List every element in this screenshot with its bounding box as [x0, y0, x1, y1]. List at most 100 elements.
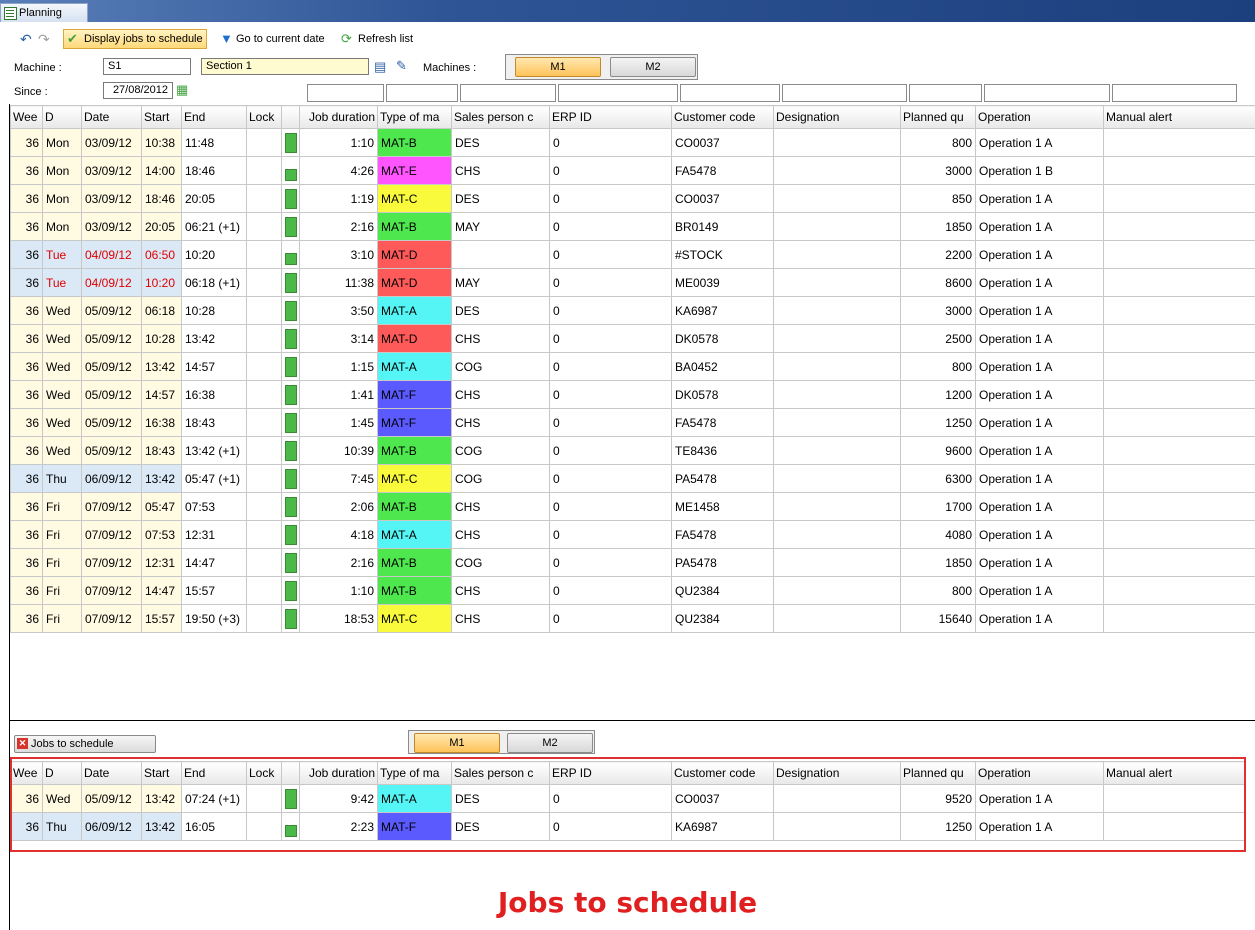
end-cell: 12:31 — [181, 520, 247, 549]
table-row[interactable]: 36 Tue 04/09/12 06:50 10:20 3:10 MAT-D 0 #STOCK 2… — [10, 240, 1255, 269]
filter-designation[interactable] — [782, 84, 907, 102]
lock-cell[interactable] — [246, 604, 282, 633]
filter-sales[interactable] — [460, 84, 556, 102]
lock-cell[interactable] — [246, 240, 282, 269]
filter-duration[interactable] — [307, 84, 384, 102]
type-cell: MAT-E — [377, 156, 452, 185]
machine-field[interactable]: S1 — [103, 58, 191, 75]
operation-cell: Operation 1 A — [975, 464, 1104, 493]
manual-alert-cell — [1103, 324, 1255, 353]
machine-label: Machine : — [14, 62, 62, 74]
lock-cell[interactable] — [246, 212, 282, 241]
designation-cell — [773, 548, 901, 577]
table-row[interactable]: 36 Mon 03/09/12 10:38 11:48 1:10 MAT-B DES 0 CO00… — [10, 128, 1255, 157]
filter-operation[interactable] — [984, 84, 1110, 102]
table-row[interactable]: 36 Fri 07/09/12 12:31 14:47 2:16 MAT-B COG 0 PA54… — [10, 548, 1255, 577]
table-row[interactable]: 36 Fri 07/09/12 15:57 19:50 (+3) 18:53 MAT-C CH… — [10, 604, 1255, 633]
column-header[interactable]: Job duration — [299, 105, 378, 129]
edit-icon[interactable]: ✎ — [396, 58, 407, 74]
column-header[interactable]: Start — [141, 105, 182, 129]
lock-bar-cell — [281, 128, 300, 157]
table-row[interactable]: 36 Wed 05/09/12 10:28 13:42 3:14 MAT-D CHS 0 DK05… — [10, 324, 1255, 353]
lock-cell[interactable] — [246, 156, 282, 185]
lock-cell[interactable] — [246, 296, 282, 325]
column-header[interactable]: ERP ID — [549, 105, 672, 129]
column-header[interactable]: Operation — [975, 105, 1104, 129]
filter-customer[interactable] — [680, 84, 780, 102]
table-row[interactable]: 36 Wed 05/09/12 14:57 16:38 1:41 MAT-F CHS 0 DK05… — [10, 380, 1255, 409]
table-row[interactable]: 36 Mon 03/09/12 14:00 18:46 4:26 MAT-E CHS 0 FA54… — [10, 156, 1255, 185]
table-row[interactable]: 36 Fri 07/09/12 07:53 12:31 4:18 MAT-A CHS 0 FA54… — [10, 520, 1255, 549]
lock-cell[interactable] — [246, 436, 282, 465]
column-header[interactable]: Sales person c — [451, 105, 550, 129]
column-header[interactable]: Type of ma — [377, 105, 452, 129]
refresh-list-button[interactable]: ⟳ Refresh list — [340, 29, 413, 49]
lock-cell[interactable] — [246, 408, 282, 437]
calendar-icon[interactable]: ▦ — [176, 82, 188, 98]
designation-cell — [773, 184, 901, 213]
jobs-machine-tab-m1[interactable]: M1 — [414, 733, 500, 753]
table-row[interactable]: 36 Wed 05/09/12 18:43 13:42 (+1) 10:39 MAT-B CO… — [10, 436, 1255, 465]
sales-person-cell: CHS — [451, 576, 550, 605]
table-row[interactable]: 36 Fri 07/09/12 05:47 07:53 2:06 MAT-B CHS 0 ME14… — [10, 492, 1255, 521]
lock-bar-cell — [281, 212, 300, 241]
filter-type[interactable] — [386, 84, 458, 102]
table-row[interactable]: 36 Wed 05/09/12 16:38 18:43 1:45 MAT-F CHS 0 FA54… — [10, 408, 1255, 437]
filter-erp[interactable] — [558, 84, 678, 102]
jobs-to-schedule-button[interactable]: ✕ Jobs to schedule — [14, 735, 156, 753]
machine-tab-m2[interactable]: M2 — [610, 57, 696, 77]
table-row[interactable]: 36 Wed 05/09/12 06:18 10:28 3:50 MAT-A DES 0 KA69… — [10, 296, 1255, 325]
go-current-date-button[interactable]: ▼ Go to current date — [218, 29, 325, 49]
column-header[interactable]: Wee — [10, 105, 43, 129]
customer-code-cell: ME0039 — [671, 268, 774, 297]
machine-tab-m1[interactable]: M1 — [515, 57, 601, 77]
column-header[interactable]: Date — [81, 105, 142, 129]
column-header[interactable]: Customer code — [671, 105, 774, 129]
day-cell: Thu — [42, 464, 82, 493]
type-cell: MAT-B — [377, 548, 452, 577]
display-jobs-button[interactable]: ✔ Display jobs to schedule — [63, 29, 207, 49]
filter-qty[interactable] — [909, 84, 982, 102]
undo-icon[interactable]: ↶ — [20, 29, 32, 49]
redo-icon[interactable]: ↷ — [38, 29, 50, 49]
day-cell: Fri — [42, 576, 82, 605]
since-date-field[interactable]: 27/08/2012 — [103, 82, 173, 99]
lock-cell[interactable] — [246, 184, 282, 213]
lock-cell[interactable] — [246, 128, 282, 157]
table-row[interactable]: 36 Mon 03/09/12 18:46 20:05 1:19 MAT-C DES 0 CO00… — [10, 184, 1255, 213]
lock-cell[interactable] — [246, 576, 282, 605]
end-cell: 06:21 (+1) — [181, 212, 247, 241]
table-row[interactable]: 36 Fri 07/09/12 14:47 15:57 1:10 MAT-B CHS 0 QU23… — [10, 576, 1255, 605]
lock-cell[interactable] — [246, 464, 282, 493]
table-row[interactable]: 36 Mon 03/09/12 20:05 06:21 (+1) 2:16 MAT-B MAY… — [10, 212, 1255, 241]
jobs-machine-tab-m2[interactable]: M2 — [507, 733, 593, 753]
planning-tab[interactable]: Planning — [0, 3, 88, 22]
lock-cell[interactable] — [246, 268, 282, 297]
checkmark-icon: ✔ — [67, 31, 78, 46]
lock-cell[interactable] — [246, 520, 282, 549]
column-header[interactable]: D — [42, 105, 82, 129]
table-row[interactable]: 36 Tue 04/09/12 10:20 06:18 (+1) 11:38 MAT-D MA… — [10, 268, 1255, 297]
column-header[interactable]: End — [181, 105, 247, 129]
section-field[interactable]: Section 1 — [201, 58, 369, 75]
table-row[interactable]: 36 Thu 06/09/12 13:42 05:47 (+1) 7:45 MAT-C COG… — [10, 464, 1255, 493]
lock-cell[interactable] — [246, 548, 282, 577]
end-cell: 07:53 — [181, 492, 247, 521]
operation-cell: Operation 1 A — [975, 240, 1104, 269]
lock-bar-cell — [281, 324, 300, 353]
column-header[interactable]: Designation — [773, 105, 901, 129]
lock-cell[interactable] — [246, 492, 282, 521]
table-row[interactable]: 36 Wed 05/09/12 13:42 14:57 1:15 MAT-A COG 0 BA04… — [10, 352, 1255, 381]
column-header[interactable]: Planned qu — [900, 105, 976, 129]
duration-cell: 18:53 — [299, 604, 378, 633]
column-header[interactable]: Manual alert — [1103, 105, 1255, 129]
lock-cell[interactable] — [246, 352, 282, 381]
start-cell: 18:46 — [141, 184, 182, 213]
lock-cell[interactable] — [246, 324, 282, 353]
lock-cell[interactable] — [246, 380, 282, 409]
column-header[interactable]: Lock — [246, 105, 282, 129]
sales-person-cell: CHS — [451, 492, 550, 521]
week-cell: 36 — [10, 576, 43, 605]
filter-alert[interactable] — [1112, 84, 1237, 102]
list-select-icon[interactable]: ▤ — [374, 59, 386, 75]
